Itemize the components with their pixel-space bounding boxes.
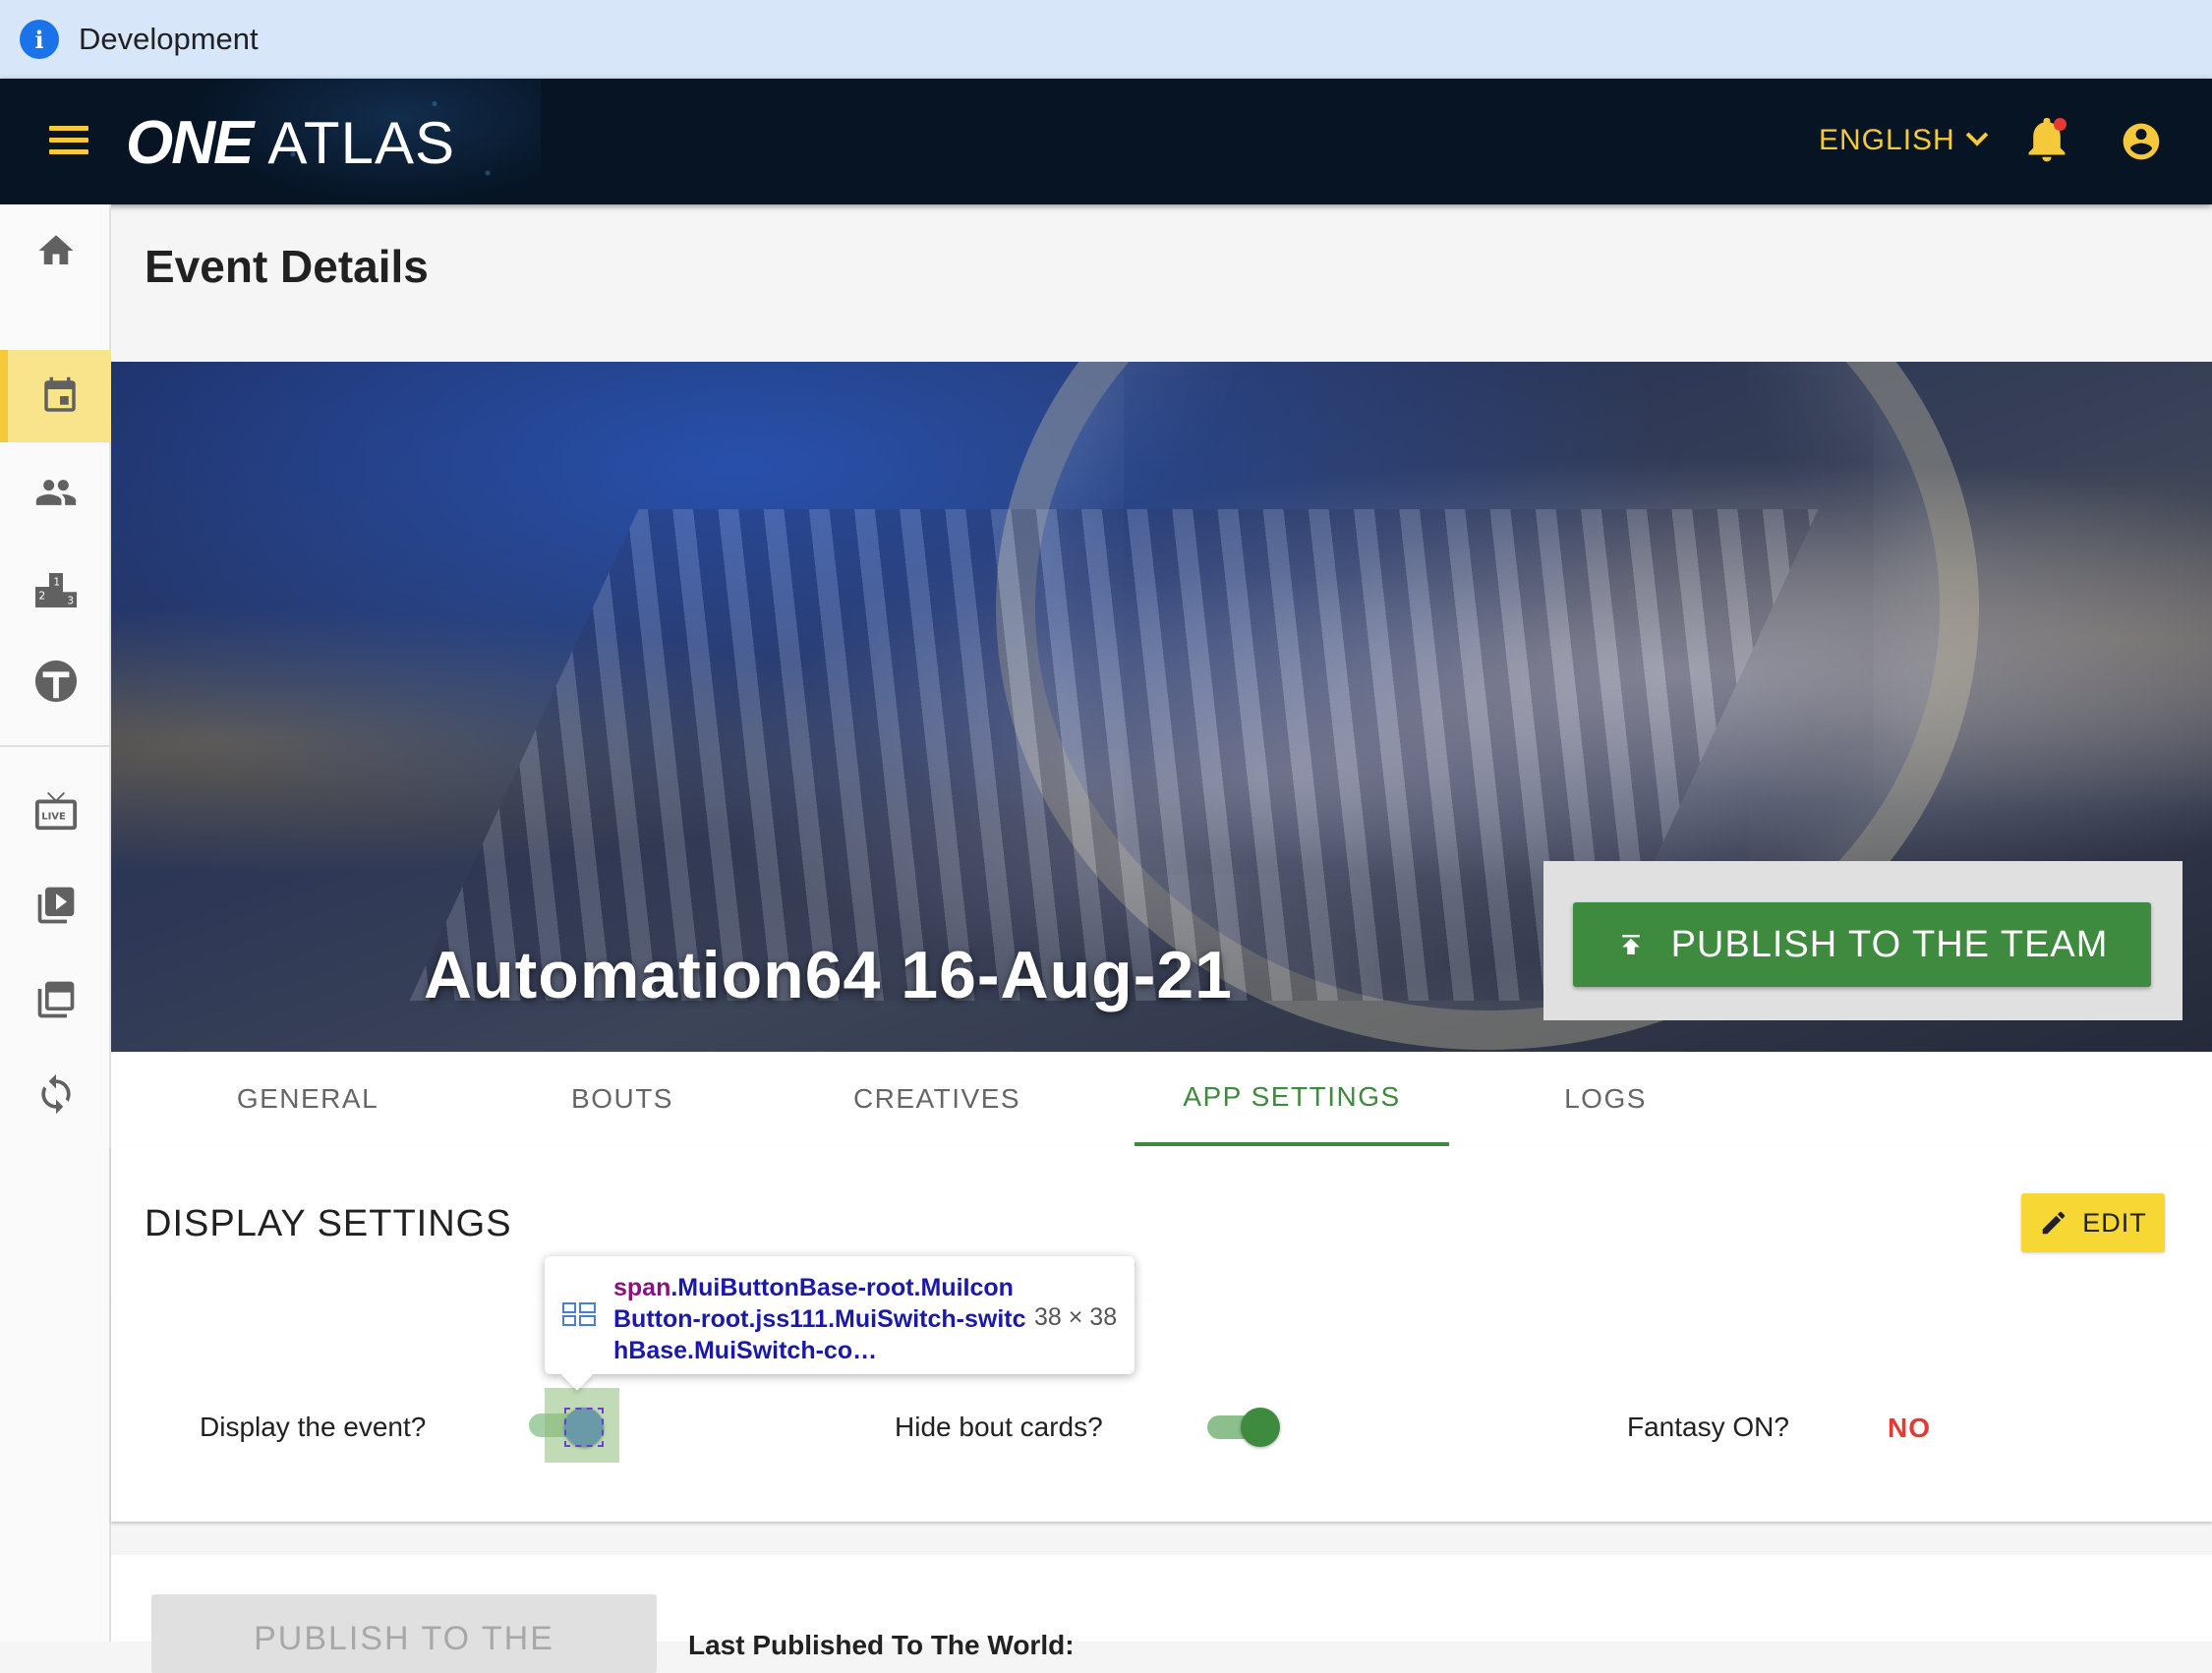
- grid-layout-icon: [562, 1302, 596, 1326]
- display-settings-header: DISPLAY SETTINGS: [111, 1146, 2212, 1299]
- sidebar-item-sync[interactable]: [0, 1048, 111, 1140]
- calendar-icon: [43, 376, 76, 412]
- tooltip-selector: span.MuiButtonBase-root.MuiIconButton-ro…: [613, 1272, 1026, 1366]
- sidebar-item-home[interactable]: [0, 204, 111, 297]
- pencil-icon: [2042, 1211, 2066, 1235]
- display-settings-title: DISPLAY SETTINGS: [145, 1203, 512, 1244]
- svg-text:3: 3: [67, 596, 74, 607]
- last-published-label: Last Published To The World:: [688, 1630, 1075, 1660]
- notifications-bell-icon[interactable]: [2027, 118, 2066, 163]
- publish-upload-icon: [1621, 935, 1640, 954]
- people-icon: [35, 480, 76, 505]
- edit-label: EDIT: [2082, 1207, 2147, 1238]
- info-icon: i: [20, 20, 59, 59]
- publish-to-world-button[interactable]: PUBLISH TO THE: [151, 1594, 657, 1673]
- app-bar: ONE ATLAS ENGLISH: [0, 79, 2212, 204]
- sync-icon: [40, 1073, 71, 1115]
- tab-bouts[interactable]: BOUTS: [465, 1052, 780, 1146]
- hide-bout-cards-switch-thumb[interactable]: [1241, 1408, 1280, 1447]
- sidebar-nav: 12 3 LIVE: [0, 204, 111, 1642]
- tab-general[interactable]: GENERAL: [150, 1052, 465, 1146]
- one-atlas-logo[interactable]: ONE ATLAS: [126, 108, 455, 177]
- tab-app-settings[interactable]: APP SETTINGS: [1135, 1052, 1449, 1146]
- tooltip-classes: .MuiButtonBase-root.MuiIconButton-root.j…: [613, 1274, 1026, 1364]
- brand-icon: [34, 660, 77, 703]
- sidebar-item-videos[interactable]: [0, 859, 111, 952]
- svg-text:LIVE: LIVE: [41, 812, 66, 823]
- sidebar-item-brand[interactable]: [0, 635, 111, 727]
- video-library-icon: [37, 887, 74, 924]
- devtools-inspect-tooltip: span.MuiButtonBase-root.MuiIconButton-ro…: [545, 1256, 1135, 1374]
- chevron-down-icon: [1965, 124, 1989, 146]
- notification-dot: [2054, 118, 2066, 131]
- display-settings-body: [111, 1299, 2212, 1522]
- sidebar-item-rankings[interactable]: 12 3: [0, 541, 111, 633]
- tab-creatives[interactable]: CREATIVES: [780, 1052, 1094, 1146]
- menu-icon[interactable]: [49, 126, 88, 155]
- event-name: Automation64 16-Aug-21: [424, 938, 1233, 1012]
- language-selector[interactable]: ENGLISH: [1819, 124, 1989, 157]
- sidebar-item-collections[interactable]: [0, 953, 111, 1046]
- collections-icon: [37, 981, 74, 1018]
- fantasy-value: NO: [1888, 1413, 1931, 1443]
- tab-logs[interactable]: LOGS: [1448, 1052, 1763, 1146]
- edit-button[interactable]: EDIT: [2021, 1193, 2165, 1252]
- environment-label: Development: [79, 22, 259, 56]
- display-event-label: Display the event?: [200, 1412, 427, 1442]
- live-tv-icon: LIVE: [34, 791, 77, 831]
- podium-icon: 12 3: [34, 573, 77, 607]
- home-icon: [38, 235, 73, 264]
- fantasy-label: Fantasy ON?: [1627, 1412, 1789, 1442]
- svg-text:1: 1: [53, 576, 60, 588]
- publish-to-team-button[interactable]: PUBLISH TO THE TEAM: [1573, 902, 2151, 987]
- environment-banner: i Development: [0, 0, 2212, 79]
- publish-to-team-label: PUBLISH TO THE TEAM: [1670, 923, 2109, 965]
- svg-text:2: 2: [38, 590, 45, 602]
- tooltip-tag: span: [613, 1274, 671, 1301]
- tooltip-size: 38 × 38: [1034, 1303, 1118, 1331]
- event-tabs: GENERAL BOUTS CREATIVES APP SETTINGS LOG…: [111, 1052, 2212, 1146]
- sidebar-item-events[interactable]: [0, 350, 111, 442]
- logo-one: ONE: [126, 109, 254, 177]
- logo-atlas: ATLAS: [267, 110, 455, 176]
- hide-bout-cards-label: Hide bout cards?: [895, 1412, 1103, 1442]
- sidebar-item-live[interactable]: LIVE: [0, 765, 111, 857]
- sidebar-item-athletes[interactable]: [0, 446, 111, 539]
- page-title: Event Details: [145, 241, 429, 292]
- account-circle-icon[interactable]: [2120, 120, 2163, 163]
- language-label: ENGLISH: [1819, 124, 1955, 156]
- devtools-element-outline: [564, 1408, 604, 1447]
